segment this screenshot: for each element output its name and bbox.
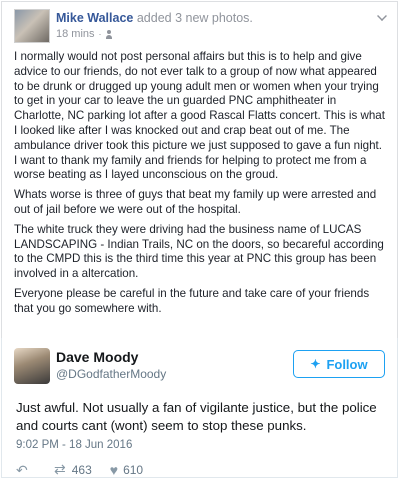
tweet-timestamp[interactable]: 9:02 PM - 18 Jun 2016 — [16, 439, 132, 451]
post-header: Mike Wallace added 3 new photos. 18 mins… — [14, 9, 387, 43]
post-paragraph: Whats worse is three of guys that beat m… — [14, 188, 377, 216]
author-name[interactable]: Mike Wallace — [56, 11, 133, 25]
retweet-icon[interactable]: ⇄ — [54, 461, 66, 478]
follow-label: Follow — [326, 356, 368, 372]
meta-separator: · — [98, 29, 102, 39]
post-action: added 3 new photos. — [136, 11, 253, 25]
post-paragraph: Everyone please be careful in the future… — [14, 286, 370, 315]
twitter-bird-icon: ✦ — [310, 357, 321, 371]
tweet-handle[interactable]: @DGodfatherMoody — [56, 367, 166, 381]
post-body: I normally would not post personal affai… — [14, 50, 387, 322]
reply-icon[interactable]: ↶ — [16, 463, 30, 477]
tweet-text: Just awful. Not usually a fan of vigilan… — [16, 400, 377, 433]
post-time[interactable]: 18 mins — [56, 28, 95, 40]
tweet: Dave Moody @DGodfatherMoody ✦ Follow Jus… — [1, 338, 398, 478]
friends-icon[interactable] — [105, 29, 117, 39]
post-paragraph: I normally would not post personal affai… — [14, 50, 385, 182]
chevron-down-icon[interactable] — [377, 11, 387, 21]
follow-button[interactable]: ✦ Follow — [293, 350, 385, 378]
post-paragraph: The white truck they were driving had th… — [14, 222, 384, 281]
tweet-actions: ↶ ⇄ 463 ♥ 610 — [16, 461, 143, 478]
post-headline: Mike Wallace added 3 new photos. — [56, 11, 253, 25]
retweet-count: 463 — [71, 462, 92, 477]
like-icon[interactable]: ♥ — [110, 462, 118, 478]
author-avatar[interactable] — [14, 9, 50, 43]
facebook-post: Mike Wallace added 3 new photos. 18 mins… — [1, 1, 398, 339]
tweet-author-name[interactable]: Dave Moody — [56, 349, 138, 365]
like-count: 610 — [123, 462, 144, 477]
tweet-avatar[interactable] — [14, 348, 50, 384]
post-meta: 18 mins · — [56, 28, 117, 40]
